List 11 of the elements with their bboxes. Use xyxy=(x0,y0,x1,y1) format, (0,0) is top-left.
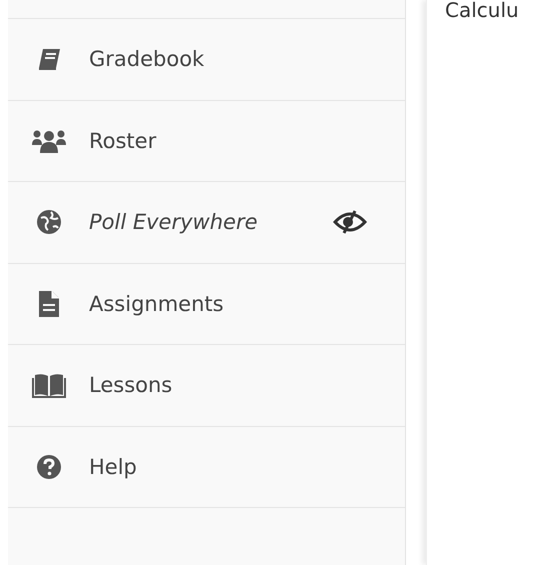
page-heading: Calculu xyxy=(445,0,520,22)
sidebar-item[interactable]: Lessons xyxy=(8,345,405,426)
help-icon xyxy=(36,454,62,480)
users-icon xyxy=(32,128,66,154)
sidebar-item[interactable]: Assignments xyxy=(8,264,405,345)
sidebar-item[interactable]: Poll Everywhere xyxy=(8,182,405,264)
open-book-icon xyxy=(30,372,66,398)
document-icon xyxy=(38,290,60,318)
sidebar-item[interactable]: Help xyxy=(8,426,405,508)
sidebar-item[interactable]: Roster xyxy=(8,100,405,182)
sidebar-item[interactable]: Gradebook xyxy=(8,19,405,100)
